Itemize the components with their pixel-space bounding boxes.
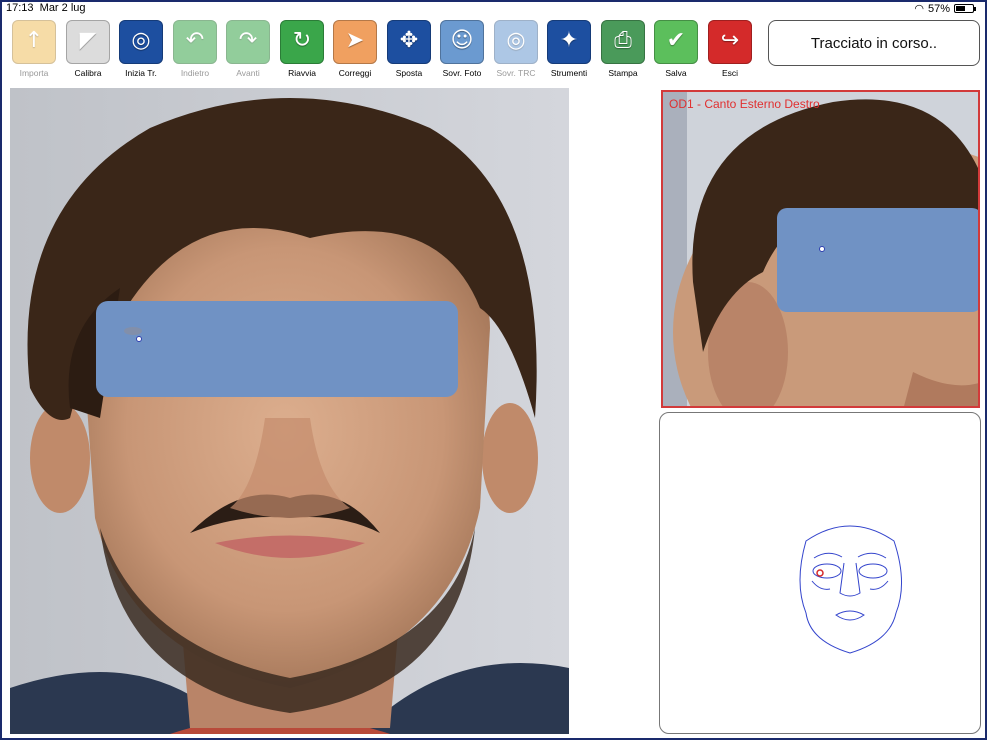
toolbar-label: Correggi bbox=[338, 68, 372, 78]
correct-point-icon: ➤ bbox=[333, 20, 377, 64]
face-schema-panel[interactable] bbox=[659, 412, 981, 734]
toolbar-label: Calibra bbox=[74, 68, 102, 78]
toolbar-label: Sposta bbox=[395, 68, 423, 78]
toolbar-label: Esci bbox=[721, 68, 739, 78]
toolbar: ↑ Importa ◤ Calibra ◎ Inizia Tr. ↶ Indietro ↷ Ava… bbox=[10, 20, 760, 82]
toolbar-label: Riavvia bbox=[288, 68, 316, 78]
toolbar-label: Sovr. TRC bbox=[496, 68, 536, 78]
status-time: 17:13 Mar 2 lug bbox=[6, 2, 86, 14]
printer-icon: ⎙ bbox=[601, 20, 645, 64]
battery-icon bbox=[954, 4, 976, 13]
toolbar-label: Inizia Tr. bbox=[125, 68, 157, 78]
toolbar-label: Stampa bbox=[608, 68, 638, 78]
undo-arrow-icon-glyph: ↶ bbox=[185, 28, 205, 53]
toolbar-label: Salva bbox=[665, 68, 687, 78]
toolbar-label: Importa bbox=[19, 68, 49, 78]
redo-arrow-icon: ↷ bbox=[226, 20, 270, 64]
schema-marker bbox=[816, 569, 824, 577]
overlay-photo-icon-glyph: ☺ bbox=[450, 28, 474, 53]
overlay-photo-icon: ☺ bbox=[440, 20, 484, 64]
status-right: ◠ 57% bbox=[914, 2, 976, 15]
clock: 17:13 bbox=[6, 2, 34, 14]
save-check-icon: ✔ bbox=[654, 20, 698, 64]
restart-icon: ↻ bbox=[280, 20, 324, 64]
toolbar-overlay-tracing-button[interactable]: ◎ Sovr. TRC bbox=[492, 20, 540, 78]
zoom-photo bbox=[663, 92, 978, 406]
main-photo[interactable] bbox=[10, 88, 569, 734]
exit-door-icon: ↪ bbox=[708, 20, 752, 64]
wifi-icon: ◠ bbox=[914, 3, 924, 15]
undo-arrow-icon: ↶ bbox=[173, 20, 217, 64]
toolbar-overlay-photo-button[interactable]: ☺ Sovr. Foto bbox=[438, 20, 486, 78]
toolbar-redo-arrow-button[interactable]: ↷ Avanti bbox=[224, 20, 272, 78]
zoom-eye-mask bbox=[777, 208, 978, 312]
correct-point-icon-glyph: ➤ bbox=[345, 28, 365, 53]
toolbar-label: Sovr. Foto bbox=[442, 68, 482, 78]
start-tracing-icon: ◎ bbox=[119, 20, 163, 64]
toolbar-label: Indietro bbox=[180, 68, 210, 78]
toolbar-printer-button[interactable]: ⎙ Stampa bbox=[599, 20, 647, 78]
zoom-panel-title: OD1 - Canto Esterno Destro bbox=[669, 97, 820, 111]
toolbar-correct-point-button[interactable]: ➤ Correggi bbox=[331, 20, 379, 78]
magic-wand-icon-glyph: ✦ bbox=[559, 28, 579, 53]
toolbar-calibrate-ruler-button[interactable]: ◤ Calibra bbox=[64, 20, 112, 78]
restart-icon-glyph: ↻ bbox=[292, 28, 312, 53]
zoom-panel[interactable]: OD1 - Canto Esterno Destro bbox=[661, 90, 980, 408]
toolbar-magic-wand-button[interactable]: ✦ Strumenti bbox=[545, 20, 593, 78]
save-check-icon-glyph: ✔ bbox=[666, 28, 686, 53]
toolbar-label: Avanti bbox=[236, 68, 260, 78]
face-schema-diagram bbox=[799, 525, 903, 654]
toolbar-start-tracing-button[interactable]: ◎ Inizia Tr. bbox=[117, 20, 165, 78]
toolbar-undo-arrow-button[interactable]: ↶ Indietro bbox=[171, 20, 219, 78]
tracing-status-button[interactable]: Tracciato in corso.. bbox=[768, 20, 980, 66]
battery-fill bbox=[956, 6, 965, 11]
move-arrows-icon: ✥ bbox=[387, 20, 431, 64]
calibrate-ruler-icon-glyph: ◤ bbox=[79, 28, 97, 53]
calibrate-ruler-icon: ◤ bbox=[66, 20, 110, 64]
eye-mask bbox=[96, 301, 458, 397]
overlay-tracing-icon: ◎ bbox=[494, 20, 538, 64]
start-tracing-icon-glyph: ◎ bbox=[131, 28, 151, 53]
import-folder-icon: ↑ bbox=[12, 20, 56, 64]
toolbar-save-check-button[interactable]: ✔ Salva bbox=[652, 20, 700, 78]
date: Mar 2 lug bbox=[39, 2, 86, 14]
toolbar-import-folder-button[interactable]: ↑ Importa bbox=[10, 20, 58, 78]
toolbar-restart-button[interactable]: ↻ Riavvia bbox=[278, 20, 326, 78]
toolbar-exit-door-button[interactable]: ↪ Esci bbox=[706, 20, 754, 78]
toolbar-label: Strumenti bbox=[550, 68, 588, 78]
magic-wand-icon: ✦ bbox=[547, 20, 591, 64]
overlay-tracing-icon-glyph: ◎ bbox=[506, 28, 526, 53]
toolbar-move-arrows-button[interactable]: ✥ Sposta bbox=[385, 20, 433, 78]
printer-icon-glyph: ⎙ bbox=[614, 28, 632, 53]
exit-door-icon-glyph: ↪ bbox=[720, 28, 740, 53]
face-photo bbox=[10, 88, 569, 734]
move-arrows-icon-glyph: ✥ bbox=[399, 28, 419, 53]
import-folder-icon-glyph: ↑ bbox=[24, 28, 44, 53]
status-bar: 17:13 Mar 2 lug ◠ 57% bbox=[6, 2, 978, 16]
battery-percent: 57% bbox=[927, 2, 950, 15]
redo-arrow-icon-glyph: ↷ bbox=[238, 28, 258, 53]
